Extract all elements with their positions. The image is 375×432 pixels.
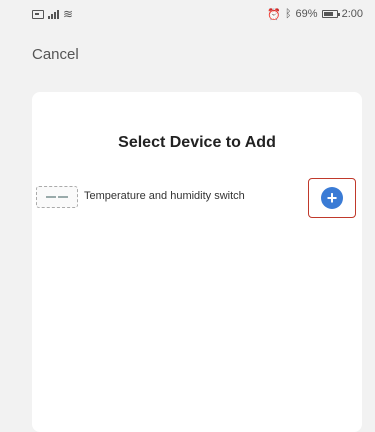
dialog-title: Select Device to Add	[118, 134, 276, 151]
select-device-card: Select Device to Add Temperature and hum…	[32, 92, 362, 432]
device-row[interactable]: Temperature and humidity switch +	[32, 178, 362, 218]
bluetooth-icon: ᛒ	[284, 8, 292, 20]
status-bar: ≋ ⏰ ᛒ 69% 2:00	[0, 0, 375, 28]
add-device-button[interactable]: +	[308, 178, 356, 218]
status-left: ≋	[32, 8, 73, 20]
cancel-button[interactable]: Cancel	[32, 46, 79, 63]
battery-percent: 69%	[295, 8, 318, 20]
signal-icon	[48, 9, 59, 19]
sim-card-icon	[32, 9, 44, 19]
device-sensor-icon	[36, 186, 78, 208]
device-name: Temperature and humidity switch	[84, 190, 245, 202]
clock: 2:00	[341, 8, 363, 20]
battery-icon	[321, 10, 340, 18]
wifi-icon: ≋	[63, 7, 74, 21]
alarm-icon: ⏰	[267, 8, 281, 21]
add-icon: +	[321, 187, 343, 209]
status-right: ⏰ ᛒ 69% 2:00	[267, 8, 363, 21]
